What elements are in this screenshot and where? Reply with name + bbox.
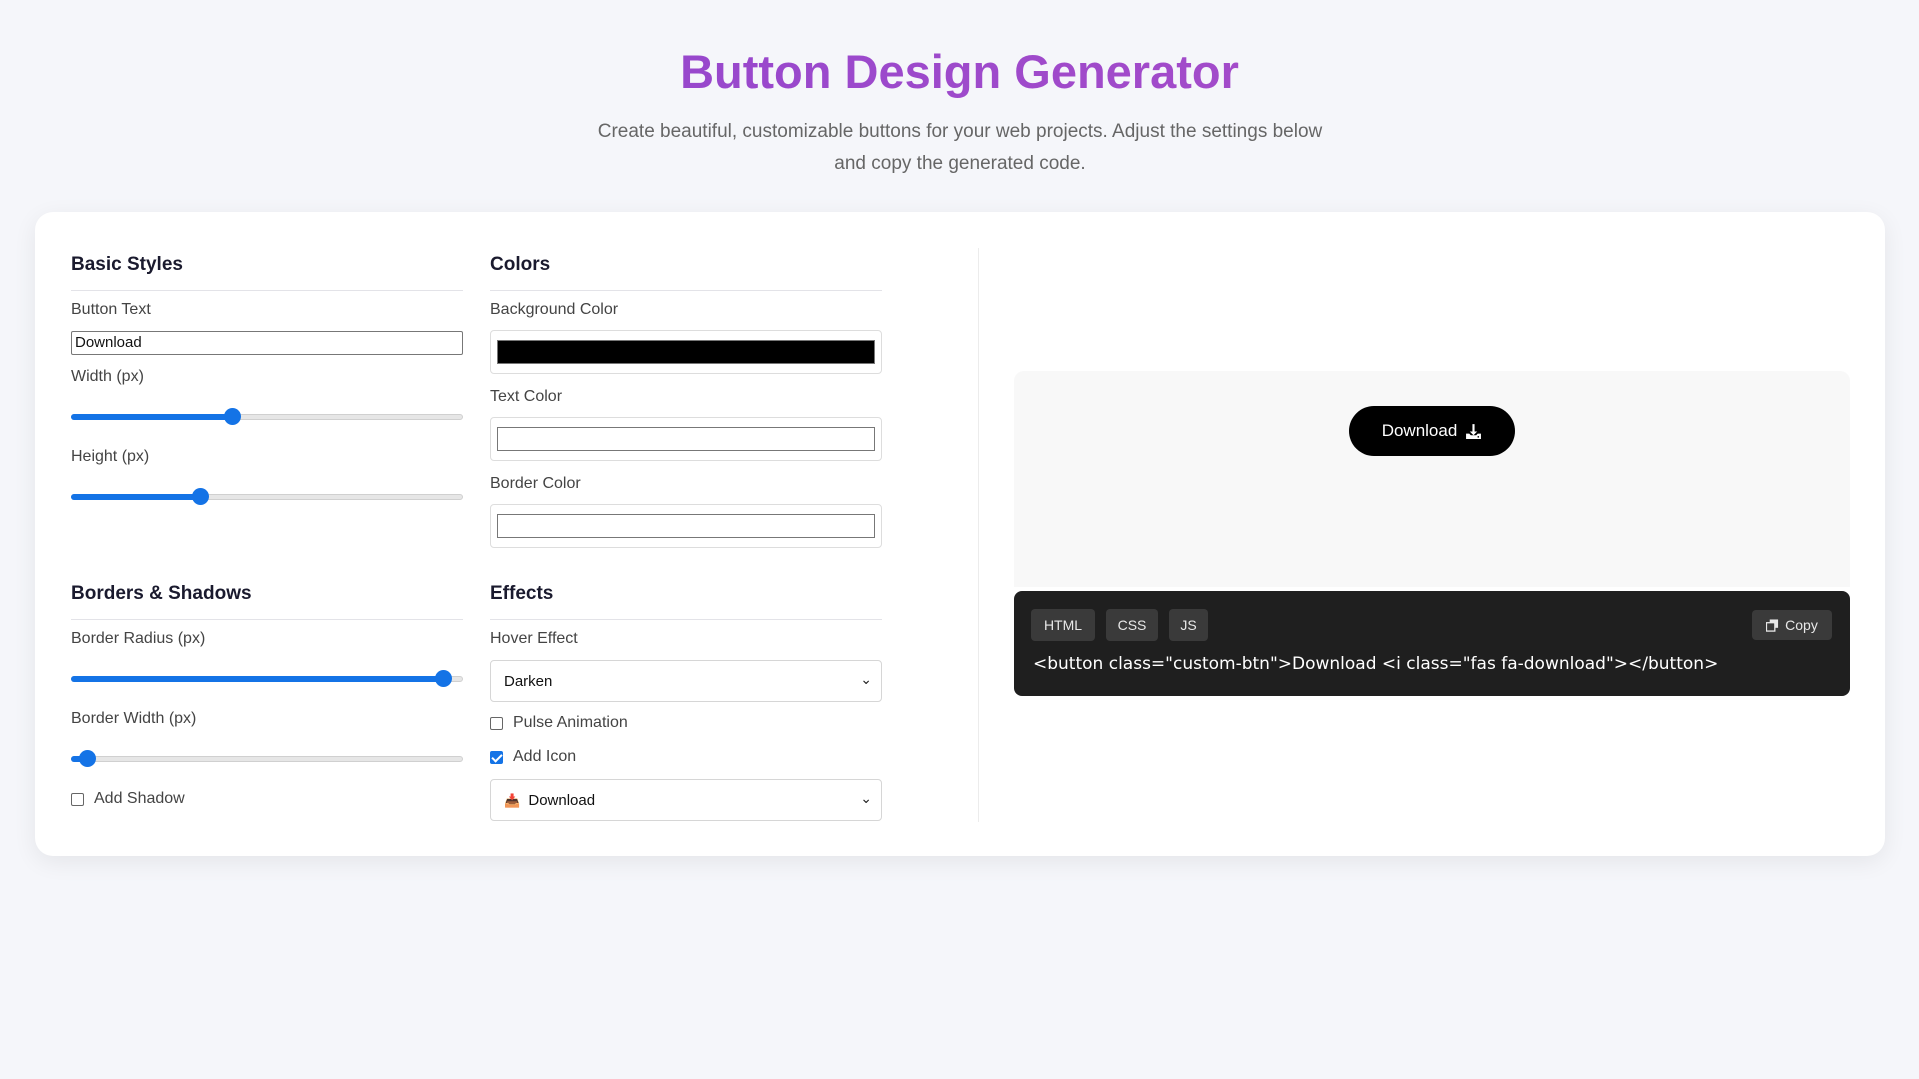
tab-html[interactable]: HTML — [1031, 609, 1095, 641]
border-width-slider-thumb[interactable] — [79, 750, 96, 767]
pulse-animation-checkbox[interactable] — [490, 716, 503, 730]
height-slider-thumb[interactable] — [192, 488, 209, 505]
border-color-swatch — [497, 514, 875, 538]
chevron-down-icon: ⌄ — [860, 790, 872, 806]
preview-button[interactable]: Download — [1349, 406, 1515, 456]
preview-button-label: Download — [1381, 421, 1458, 440]
colors-section: Colors — [490, 254, 882, 291]
effects-title: Effects — [490, 583, 882, 620]
code-content: <button class="custom-btn">Download <i c… — [1033, 654, 1719, 674]
colors-title: Colors — [490, 254, 882, 291]
width-label: Width (px) — [71, 368, 144, 385]
copy-button[interactable]: Copy — [1752, 610, 1832, 640]
chevron-down-icon: ⌄ — [860, 671, 872, 687]
copy-icon — [1766, 618, 1779, 632]
generator-card: Basic Styles Button Text Download Width … — [35, 212, 1885, 856]
code-panel: HTML CSS JS Copy <button class="custom-b… — [1014, 591, 1850, 696]
text-color-picker[interactable] — [490, 417, 882, 461]
basic-styles-title: Basic Styles — [71, 254, 463, 291]
add-icon-row[interactable]: Add Icon — [490, 747, 576, 767]
border-width-label: Border Width (px) — [71, 710, 197, 727]
background-color-label: Background Color — [490, 301, 619, 318]
text-color-label: Text Color — [490, 388, 563, 405]
width-slider-fill — [71, 414, 232, 420]
border-radius-label: Border Radius (px) — [71, 630, 206, 647]
panel-divider — [978, 248, 979, 822]
add-icon-checkbox[interactable] — [490, 750, 503, 764]
border-radius-slider-thumb[interactable] — [435, 670, 452, 687]
border-width-slider[interactable] — [71, 749, 463, 769]
page-subtitle: Create beautiful, customizable buttons f… — [597, 121, 1323, 174]
border-radius-slider-fill — [71, 676, 443, 682]
hover-effect-select[interactable]: Darken ⌄ — [490, 660, 882, 702]
border-color-picker[interactable] — [490, 504, 882, 548]
icon-select-glyph: 📥 — [504, 793, 521, 808]
hover-effect-label: Hover Effect — [490, 630, 578, 647]
copy-label: Copy — [1785, 617, 1818, 633]
border-width-slider-track — [71, 756, 463, 762]
width-slider-thumb[interactable] — [224, 408, 241, 425]
effects-section: Effects — [490, 583, 882, 620]
button-text-input[interactable]: Download — [71, 331, 463, 355]
border-radius-slider[interactable] — [71, 669, 463, 689]
icon-select-value: Download — [528, 792, 596, 809]
tab-css[interactable]: CSS — [1106, 609, 1158, 641]
hover-effect-value: Darken — [504, 673, 553, 690]
pulse-animation-label: Pulse Animation — [513, 714, 628, 731]
add-icon-label: Add Icon — [513, 748, 577, 765]
height-label: Height (px) — [71, 448, 150, 465]
background-color-picker[interactable] — [490, 330, 882, 374]
button-text-label: Button Text — [71, 301, 151, 318]
pulse-animation-row[interactable]: Pulse Animation — [490, 713, 628, 733]
borders-title: Borders & Shadows — [71, 583, 463, 620]
width-slider[interactable] — [71, 407, 463, 427]
add-shadow-checkbox[interactable] — [71, 792, 84, 806]
background-color-swatch — [497, 340, 875, 364]
icon-select[interactable]: 📥 Download ⌄ — [490, 779, 882, 821]
borders-section: Borders & Shadows — [71, 583, 463, 620]
add-shadow-row[interactable]: Add Shadow — [71, 789, 185, 809]
border-color-label: Border Color — [490, 475, 581, 492]
text-color-swatch — [497, 427, 875, 451]
download-icon — [1465, 423, 1482, 440]
page-title: Button Design Generator — [0, 44, 1919, 99]
button-preview-area: Download — [1014, 371, 1850, 587]
tab-js[interactable]: JS — [1169, 609, 1208, 641]
basic-styles-section: Basic Styles — [71, 254, 463, 291]
height-slider[interactable] — [71, 487, 463, 507]
height-slider-fill — [71, 494, 200, 500]
add-shadow-label: Add Shadow — [94, 790, 185, 807]
